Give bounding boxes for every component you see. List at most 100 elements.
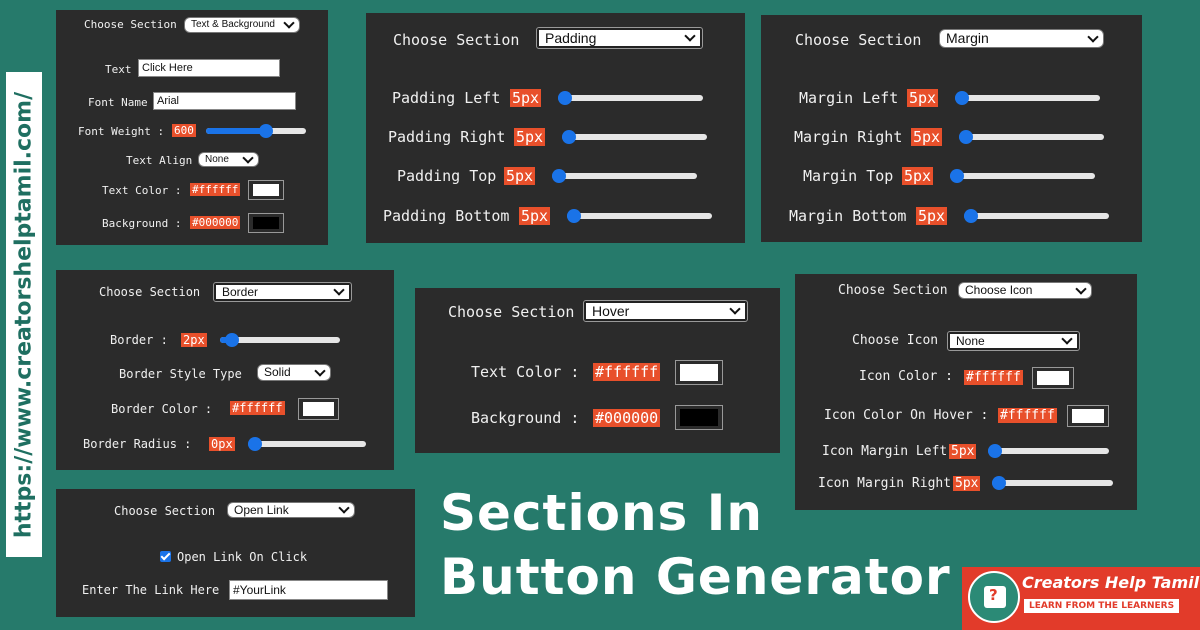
margin-top-slider[interactable] [950,166,1095,186]
font-name-input[interactable]: Arial [153,92,296,110]
padding-left-label: Padding Left [392,89,501,107]
choose-section-label: Choose Section [114,504,216,518]
border-width-value: 2px [181,333,207,347]
text-label: Text [105,63,132,76]
hover-text-color-picker[interactable] [675,360,723,385]
border-panel: Choose Section Border Border : 2px Borde… [56,270,394,470]
section-select[interactable]: Hover [583,300,748,322]
color-swatch [1037,371,1069,385]
text-input[interactable]: Click Here [138,59,280,77]
hover-background-value: #000000 [593,409,661,427]
border-style-select[interactable]: Solid [257,364,331,381]
padding-bottom-value: 5px [519,207,551,225]
margin-left-value: 5px [907,89,939,107]
icon-select[interactable]: None [947,331,1080,351]
icon-margin-right-value: 5px [953,476,981,491]
margin-right-value: 5px [911,128,943,146]
choose-section-label: Choose Section [838,283,948,298]
icon-margin-left-label: Icon Margin Left [822,444,948,459]
chevron-down-icon [684,30,696,42]
font-name-label: Font Name [88,96,148,109]
color-swatch [303,402,334,416]
text-background-panel: Choose Section Text & Background Text Cl… [56,10,328,245]
text-color-picker[interactable] [248,180,284,200]
font-weight-label: Font Weight : [78,125,165,138]
icon-color-value: #ffffff [964,370,1023,385]
chevron-down-icon [314,365,326,377]
margin-right-slider[interactable] [959,127,1104,147]
icon-color-picker[interactable] [1032,367,1074,389]
link-label: Enter The Link Here [82,583,220,597]
open-link-checkbox[interactable] [160,551,171,562]
section-select[interactable]: Text & Background [184,17,300,33]
section-select[interactable]: Border [213,282,352,302]
border-color-label: Border Color : [111,402,213,416]
padding-bottom-label: Padding Bottom [383,207,510,225]
text-color-value: #ffffff [190,183,241,196]
choose-icon-label: Choose Icon [852,333,939,348]
padding-top-value: 5px [504,167,536,185]
hover-background-label: Background : [471,409,580,427]
margin-left-slider[interactable] [955,88,1100,108]
padding-top-label: Padding Top [397,167,497,185]
hover-text-color-label: Text Color : [471,363,580,381]
hover-text-color-value: #ffffff [593,363,661,381]
icon-hover-color-value: #ffffff [998,408,1057,423]
border-color-picker[interactable] [298,398,339,420]
choose-section-label: Choose Section [448,303,575,321]
background-value: #000000 [190,216,241,229]
padding-left-value: 5px [510,89,542,107]
color-swatch [253,217,279,229]
font-weight-value: 600 [172,124,196,137]
open-link-checkbox-label: Open Link On Click [177,550,308,564]
icon-margin-right-slider[interactable] [992,474,1113,492]
margin-bottom-slider[interactable] [964,206,1109,226]
hover-background-picker[interactable] [675,405,723,430]
section-select[interactable]: Open Link [227,502,355,518]
margin-top-value: 5px [902,167,934,185]
border-radius-slider[interactable] [248,435,366,453]
hover-panel: Choose Section Hover Text Color : #fffff… [415,288,780,453]
border-radius-value: 0px [209,437,235,451]
padding-left-slider[interactable] [558,88,703,108]
icon-hover-color-picker[interactable] [1067,405,1109,427]
section-select[interactable]: Margin [939,29,1104,48]
color-swatch [680,364,718,381]
text-align-select[interactable]: None [198,152,259,167]
open-link-panel: Choose Section Open Link Open Link On Cl… [56,489,415,617]
background-color-picker[interactable] [248,213,284,233]
choose-section-label: Choose Section [393,31,520,49]
margin-top-label: Margin Top [803,167,894,185]
section-select[interactable]: Choose Icon [958,282,1092,299]
section-select[interactable]: Padding [536,27,703,49]
border-width-label: Border : [110,333,168,347]
padding-top-slider[interactable] [552,166,697,186]
border-style-label: Border Style Type [119,367,242,381]
icon-panel: Choose Section Choose Icon Choose Icon N… [795,274,1137,510]
icon-hover-color-label: Icon Color On Hover : [824,408,989,423]
margin-right-label: Margin Right [794,128,903,146]
margin-bottom-value: 5px [916,207,948,225]
icon-margin-left-slider[interactable] [988,442,1109,460]
font-weight-slider[interactable] [206,122,306,140]
link-input[interactable]: #YourLink [229,580,388,600]
margin-panel: Choose Section Margin Margin Left 5px Ma… [761,15,1142,242]
padding-right-slider[interactable] [562,127,707,147]
chevron-down-icon [1061,334,1073,345]
brand-name: Creators Help Tamil [1022,573,1200,592]
color-swatch [1072,409,1104,423]
chevron-down-icon [1087,30,1099,43]
border-width-slider[interactable] [220,331,340,349]
color-swatch [680,409,718,426]
brand-logo-icon [968,571,1020,623]
site-url-banner: https://www.creatorshelptamil.com/ [6,72,42,557]
padding-bottom-slider[interactable] [567,206,712,226]
icon-margin-left-value: 5px [949,444,977,459]
color-swatch [253,184,279,196]
icon-margin-right-label: Icon Margin Right [818,476,952,491]
chevron-down-icon [338,503,350,514]
padding-right-value: 5px [514,128,546,146]
heading-line-2: Button Generator [440,548,951,606]
choose-section-label: Choose Section [84,18,177,31]
chevron-down-icon [283,18,295,29]
